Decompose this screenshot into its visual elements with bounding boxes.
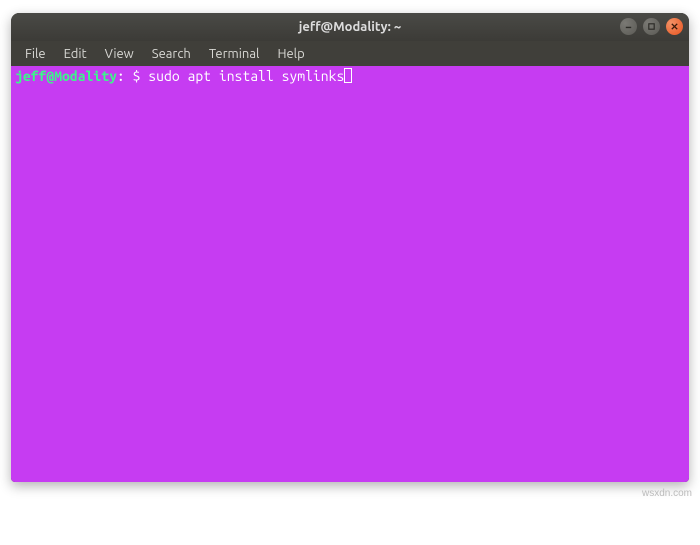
cursor-icon [344,68,352,83]
menu-file[interactable]: File [17,44,54,64]
command-text: sudo apt install symlinks [148,68,344,84]
maximize-icon [647,22,656,31]
window-controls [620,18,683,35]
close-button[interactable] [666,18,683,35]
minimize-button[interactable] [620,18,637,35]
menu-terminal[interactable]: Terminal [201,44,268,64]
prompt-user-host: jeff@Modality [15,68,117,84]
window-title: jeff@Modality: ~ [299,20,402,34]
menubar: File Edit View Search Terminal Help [11,41,689,66]
close-icon [670,22,679,31]
maximize-button[interactable] [643,18,660,35]
prompt-path [125,68,133,84]
prompt-symbol: $ [133,68,149,84]
menu-view[interactable]: View [97,44,142,64]
minimize-icon [624,22,633,31]
titlebar: jeff@Modality: ~ [11,13,689,41]
menu-search[interactable]: Search [144,44,199,64]
terminal-body[interactable]: jeff@Modality: $ sudo apt install symlin… [11,66,689,482]
menu-edit[interactable]: Edit [56,44,95,64]
menu-help[interactable]: Help [269,44,312,64]
prompt-colon: : [117,68,125,84]
terminal-line: jeff@Modality: $ sudo apt install symlin… [15,68,685,85]
terminal-window: jeff@Modality: ~ File Edit View Search T… [11,13,689,482]
watermark-text: wsxdn.com [642,488,692,499]
